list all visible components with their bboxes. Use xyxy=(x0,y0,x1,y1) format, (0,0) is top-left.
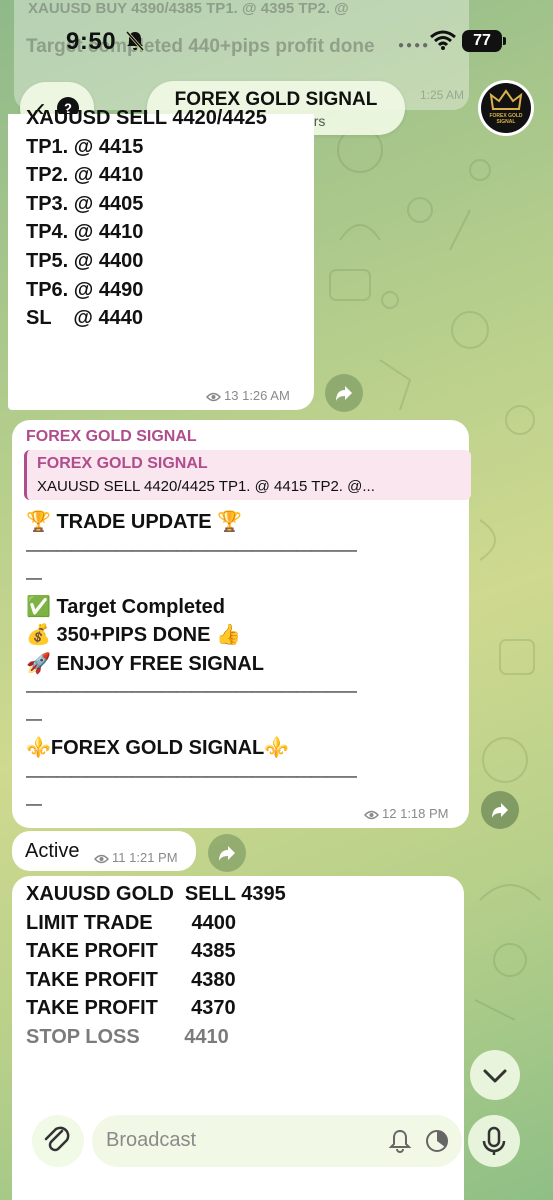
eye-icon xyxy=(94,854,109,864)
timer-icon[interactable] xyxy=(424,1128,450,1154)
message-meta: 12 1:18 PM xyxy=(364,806,449,821)
preview-time: 1:25 AM xyxy=(420,88,465,102)
message-line: LIMIT TRADE 4400 xyxy=(26,911,237,934)
message-line: 💰 350+PIPS DONE 👍 xyxy=(26,624,241,647)
divider-line: — xyxy=(26,711,42,729)
message-text: Active xyxy=(25,840,80,862)
wifi-icon xyxy=(430,30,456,50)
message-line: TP2. @ 4410 xyxy=(26,164,144,187)
eye-icon xyxy=(364,810,379,820)
reply-quote[interactable]: FOREX GOLD SIGNAL XAUUSD SELL 4420/4425 … xyxy=(24,450,471,500)
status-time: 9:50 xyxy=(66,28,117,55)
reply-quote-text: XAUUSD SELL 4420/4425 TP1. @ 4415 TP2. @… xyxy=(37,478,375,495)
avatar-logo-text: FOREX GOLD SIGNAL xyxy=(489,113,523,125)
message-line: TAKE PROFIT 4385 xyxy=(26,940,236,963)
message-meta: 11 1:21 PM xyxy=(94,850,178,865)
bell-icon[interactable] xyxy=(388,1128,412,1154)
message-line: XAUUSD SELL 4420/4425 xyxy=(26,107,267,129)
message-time: 1:18 PM xyxy=(400,806,449,821)
message-bubble-3[interactable]: Active 11 1:21 PM xyxy=(12,831,196,871)
message-line: TP6. @ 4490 xyxy=(26,278,144,301)
message-line: 🏆 TRADE UPDATE 🏆 xyxy=(26,511,243,533)
message-line: ⚜️FOREX GOLD SIGNAL⚜️ xyxy=(26,737,290,760)
divider-line: — xyxy=(26,569,42,587)
forward-icon xyxy=(336,386,352,401)
message-line: TP5. @ 4400 xyxy=(26,249,144,272)
forward-button[interactable] xyxy=(208,834,246,872)
muted-bell-icon xyxy=(125,31,145,51)
message-line: TP4. @ 4410 xyxy=(26,221,144,244)
status-bar: 9:50 ●●●● 77 xyxy=(0,0,553,80)
forward-icon xyxy=(219,846,235,861)
sender-name: FOREX GOLD SIGNAL xyxy=(26,428,197,445)
signal-dots-icon: ●●●● xyxy=(398,40,431,51)
view-count: 13 xyxy=(224,388,239,403)
reply-quote-name: FOREX GOLD SIGNAL xyxy=(37,455,208,472)
view-count: 12 xyxy=(382,806,397,821)
crown-logo-icon xyxy=(489,89,523,110)
eye-icon xyxy=(206,392,221,402)
view-count: 11 xyxy=(112,850,126,865)
message-line: 🚀 ENJOY FREE SIGNAL xyxy=(26,652,264,675)
chevron-down-icon xyxy=(483,1069,507,1083)
forward-icon xyxy=(492,803,508,818)
message-time: 1:21 PM xyxy=(129,850,178,865)
forward-button[interactable] xyxy=(325,374,363,412)
channel-avatar[interactable]: FOREX GOLD SIGNAL xyxy=(478,80,534,136)
message-4-body: XAUUSD GOLD SELL 4395 LIMIT TRADE 4400 T… xyxy=(26,880,286,1052)
message-line: ✅ Target Completed xyxy=(26,595,225,618)
message-line: TAKE PROFIT 4370 xyxy=(26,997,236,1020)
message-line: TP1. @ 4415 xyxy=(26,135,144,158)
forward-button[interactable] xyxy=(481,791,519,829)
broadcast-input[interactable]: Broadcast xyxy=(106,1129,196,1152)
message-meta: 13 1:26 AM xyxy=(206,388,290,403)
paperclip-icon xyxy=(44,1126,70,1152)
message-line: SL @ 4440 xyxy=(26,307,143,330)
microphone-icon xyxy=(482,1126,506,1155)
avatar-image: FOREX GOLD SIGNAL xyxy=(481,83,531,133)
message-bubble-1[interactable]: XAUUSD SELL 4420/4425 TP1. @ 4415 TP2. @… xyxy=(8,107,314,410)
battery-tip xyxy=(503,37,506,45)
battery-indicator: 77 xyxy=(462,30,502,52)
message-bubble-2[interactable]: FOREX GOLD SIGNAL FOREX GOLD SIGNAL XAUU… xyxy=(12,420,471,828)
message-2-body: 🏆 TRADE UPDATE 🏆 —————————————————————— … xyxy=(26,508,456,819)
message-line: TP3. @ 4405 xyxy=(26,192,144,215)
scroll-to-bottom-button[interactable] xyxy=(470,1050,520,1100)
attach-button[interactable] xyxy=(32,1115,84,1167)
message-1-body: XAUUSD SELL 4420/4425 TP1. @ 4415 TP2. @… xyxy=(26,107,267,333)
divider-line: —————————————————————— xyxy=(26,541,357,559)
divider-line: —————————————————————— xyxy=(26,767,357,785)
message-composer[interactable]: Broadcast xyxy=(92,1115,462,1167)
message-line: XAUUSD GOLD SELL 4395 xyxy=(26,883,286,905)
divider-line: —————————————————————— xyxy=(26,683,357,701)
message-line: STOP LOSS 4410 xyxy=(26,1025,229,1048)
message-time: 1:26 AM xyxy=(242,388,290,403)
message-line: TAKE PROFIT 4380 xyxy=(26,968,236,991)
microphone-button[interactable] xyxy=(468,1115,520,1167)
